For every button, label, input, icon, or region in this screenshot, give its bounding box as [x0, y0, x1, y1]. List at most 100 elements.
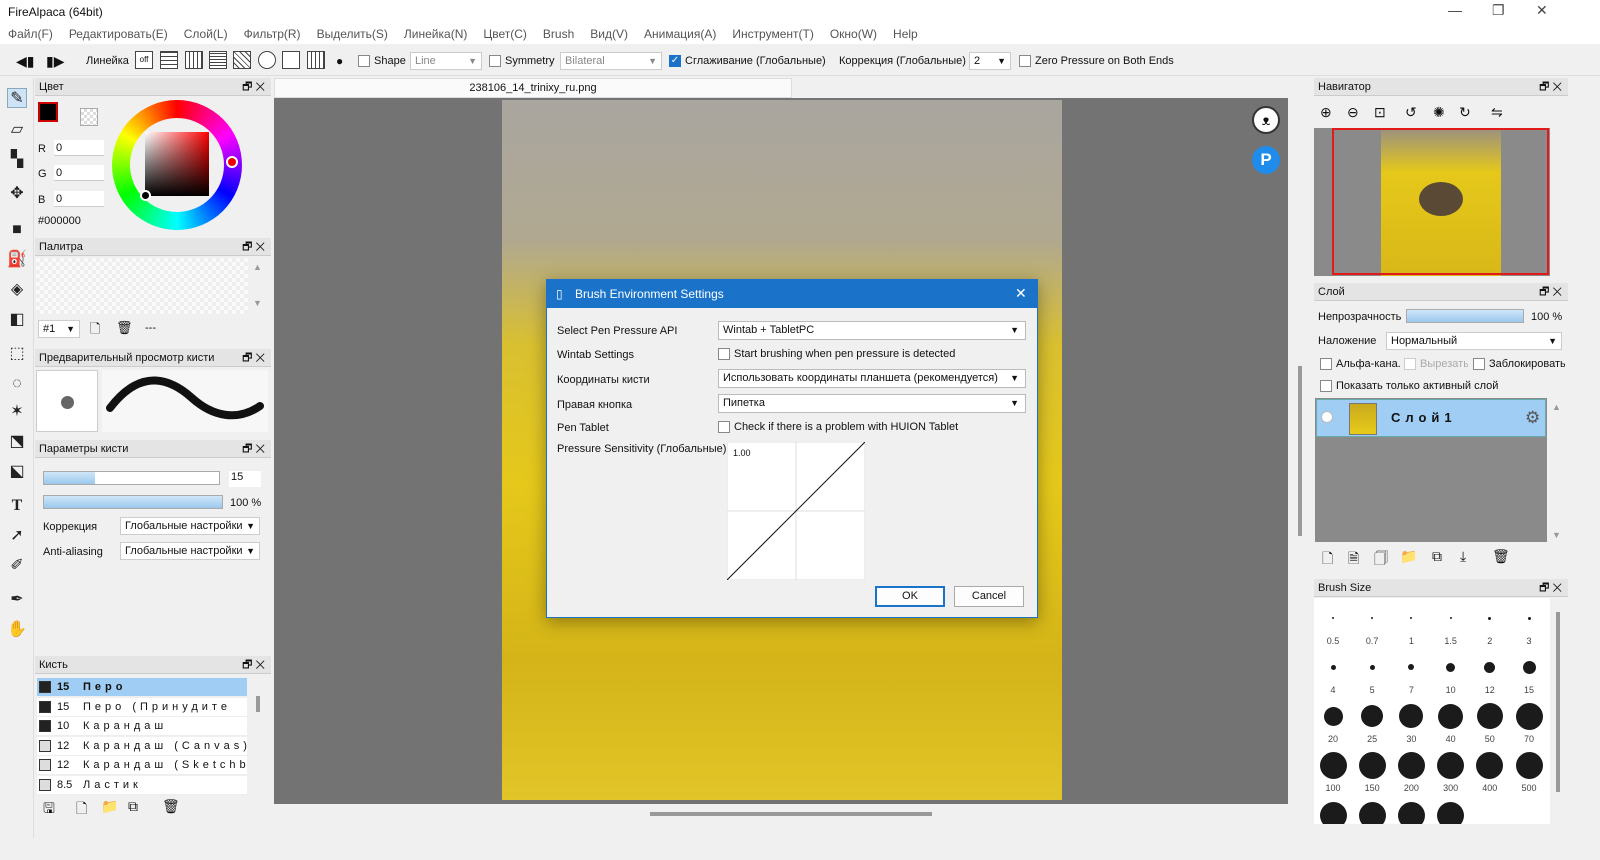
panel-float-close-icon[interactable]: 🗗 ✕ [242, 656, 265, 674]
brush-size-dot[interactable] [1449, 617, 1452, 619]
zero-pressure-checkbox[interactable]: Zero Pressure on Both Ends [1019, 52, 1174, 70]
symmetry-checkbox[interactable]: Symmetry [489, 52, 555, 70]
new-layer-icon[interactable]: 🗋 [1322, 548, 1333, 572]
brush-size-dot[interactable] [1488, 616, 1492, 620]
zoom-in-icon[interactable]: ⊕ [1320, 104, 1332, 121]
menu-item[interactable]: Редактировать(E) [61, 24, 176, 44]
smoothing-checkbox[interactable]: ✓ Сглаживание (Глобальные) [669, 52, 826, 70]
new-8bit-layer-icon[interactable]: 🗎 [1348, 548, 1359, 572]
brush-size-dot[interactable] [1408, 664, 1415, 670]
ok-button[interactable]: OK [875, 586, 945, 607]
brush-size-dot[interactable] [1437, 751, 1465, 779]
wintab-checkbox[interactable]: Start brushing when pen pressure is dete… [718, 348, 955, 361]
text-tool-icon[interactable]: T [7, 496, 27, 516]
brush-size-dot[interactable] [1446, 662, 1456, 672]
merge-down-icon[interactable]: ⤓ [1460, 548, 1466, 565]
brush-size-dot[interactable] [1397, 802, 1425, 824]
panel-float-close-icon[interactable]: 🗗 ✕ [1539, 283, 1562, 301]
navigator-viewport[interactable] [1332, 128, 1549, 275]
panel-float-close-icon[interactable]: 🗗 ✕ [1539, 579, 1562, 597]
brush-size-dot[interactable] [1438, 703, 1464, 729]
panel-float-close-icon[interactable]: 🗗 ✕ [242, 238, 265, 256]
brush-size-dot[interactable] [1369, 664, 1375, 670]
brush-size-field[interactable]: 15 [229, 471, 261, 487]
palette-grid[interactable] [36, 258, 248, 314]
menu-item[interactable]: Файл(F) [0, 24, 61, 44]
visibility-icon[interactable] [1321, 411, 1333, 423]
r-field[interactable]: 0 [54, 140, 104, 156]
right-button-select[interactable]: Пипетка ▼ [718, 394, 1026, 413]
shape-select[interactable]: Line ▼ [410, 52, 482, 70]
brush-list-item[interactable]: 12 Карандаш (Canvas) [37, 736, 247, 756]
delete-brush-icon[interactable]: 🗑 [162, 798, 180, 815]
new-1bit-layer-icon[interactable]: 🗍 [1374, 548, 1388, 572]
sv-handle[interactable] [140, 190, 151, 201]
menu-item[interactable]: Инструмент(T) [724, 24, 822, 44]
gradient-tool-icon[interactable]: ◧ [7, 310, 27, 330]
menu-item[interactable]: Слой(L) [176, 24, 236, 44]
shape-checkbox[interactable]: Shape [358, 52, 406, 70]
layer-opacity-slider[interactable] [1406, 309, 1524, 323]
brush-save-icon[interactable]: 🖫 [43, 798, 55, 822]
lasso-tool-icon[interactable]: ◌ [7, 374, 27, 394]
coords-select[interactable]: Использовать координаты планшета (рекоме… [718, 369, 1026, 388]
layer-scroll-down-icon[interactable]: ▼ [1552, 530, 1561, 540]
alpaca-icon[interactable]: ᴥ [1252, 106, 1280, 134]
operation-tool-icon[interactable]: ➚ [7, 526, 27, 546]
brush-size-dot[interactable] [1397, 751, 1425, 779]
pixiv-icon[interactable]: P [1252, 146, 1280, 174]
brush-size-dot[interactable] [1527, 616, 1531, 620]
redo-icon[interactable]: ▮▶ [46, 52, 64, 70]
brush-list-scrollbar[interactable] [256, 696, 260, 712]
brush-folder-icon[interactable]: 📁 [101, 798, 118, 815]
eraser-tool-icon[interactable]: ▱ [7, 120, 27, 140]
cancel-button[interactable]: Cancel [954, 586, 1024, 607]
new-palette-icon[interactable]: 🗋 [90, 320, 100, 342]
ruler-cross-icon[interactable] [185, 51, 203, 69]
dialog-close-icon[interactable]: ✕ [1015, 285, 1027, 302]
menu-item[interactable]: Цвет(C) [475, 24, 535, 44]
brush-size-slider[interactable] [43, 471, 220, 485]
brush-size-dot[interactable] [1410, 617, 1413, 619]
brush-size-dot[interactable] [1332, 617, 1334, 619]
flip-icon[interactable]: ⇋ [1491, 104, 1503, 121]
new-folder-icon[interactable]: 📁 [1400, 548, 1417, 565]
correction-select[interactable]: 2 ▼ [969, 52, 1011, 70]
menu-item[interactable]: Brush [535, 24, 582, 44]
palette-index-select[interactable]: #1 ▼ [38, 320, 80, 338]
brush-size-dot[interactable] [1476, 703, 1503, 729]
ruler-radial-icon[interactable] [233, 51, 251, 69]
layer-scroll-up-icon[interactable]: ▲ [1552, 402, 1561, 412]
duplicate-layer-icon[interactable]: ⧉ [1432, 548, 1442, 565]
panel-float-close-icon[interactable]: 🗗 ✕ [242, 349, 265, 367]
delete-layer-icon[interactable]: 🗑 [1492, 548, 1510, 565]
active-only-checkbox[interactable]: Показать только активный слой [1320, 380, 1498, 393]
huion-checkbox[interactable]: Check if there is a problem with HUION T… [718, 421, 958, 434]
dot-tool-icon[interactable]: ▚ [7, 150, 27, 170]
document-tab[interactable]: 238106_14_trinixy_ru.png [274, 78, 792, 98]
menu-item[interactable]: Окно(W) [822, 24, 885, 44]
hex-value[interactable]: #000000 [38, 215, 81, 227]
brush-tool-icon[interactable]: ✎ [7, 88, 27, 108]
panel-float-close-icon[interactable]: 🗗 ✕ [242, 440, 265, 458]
ruler-concentric-icon[interactable] [258, 51, 276, 69]
secondary-color-swatch[interactable] [80, 108, 98, 126]
rotate-right-icon[interactable]: ↻ [1459, 104, 1471, 121]
ruler-parallel-icon[interactable] [160, 51, 178, 69]
vertical-scrollbar[interactable] [1298, 366, 1302, 536]
eyedropper-tool-icon[interactable]: ✒ [7, 590, 27, 610]
menu-item[interactable]: Help [885, 24, 926, 44]
pressure-curve-graph[interactable] [727, 442, 865, 580]
magic-wand-tool-icon[interactable]: ✶ [7, 402, 27, 422]
brush-opacity-slider[interactable] [43, 495, 223, 509]
brush-size-scrollbar[interactable] [1556, 612, 1560, 792]
blend-select[interactable]: Нормальный ▼ [1386, 332, 1562, 350]
scroll-up-icon[interactable]: ▲ [253, 262, 262, 272]
brush-size-dot[interactable] [1319, 802, 1347, 824]
ruler-perspective-icon[interactable] [307, 51, 325, 69]
brush-size-dot[interactable] [1361, 705, 1384, 727]
navigator-thumbnail[interactable] [1314, 128, 1550, 276]
duplicate-brush-icon[interactable]: ⧉ [128, 798, 138, 815]
brush-list-item[interactable]: 12 Карандаш (Sketchbook [37, 756, 247, 775]
undo-icon[interactable]: ◀▮ [16, 52, 34, 70]
